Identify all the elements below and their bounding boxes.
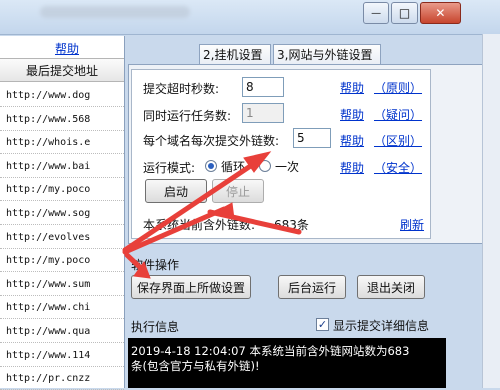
save-settings-button[interactable]: 保存界面上所做设置 bbox=[131, 275, 251, 299]
url-list-item[interactable]: http://evolves bbox=[0, 226, 124, 249]
show-details-checkbox[interactable]: ✓ bbox=[316, 318, 329, 331]
question-link[interactable]: （疑问） bbox=[374, 106, 422, 123]
start-button[interactable]: 启动 bbox=[145, 179, 207, 203]
principle-link[interactable]: （原则） bbox=[374, 79, 422, 96]
difference-link[interactable]: （区别） bbox=[374, 132, 422, 149]
close-icon: ✕ bbox=[435, 6, 446, 20]
window-controls: — □ ✕ bbox=[363, 2, 463, 24]
url-list-item[interactable]: http://pr.cnzz bbox=[0, 367, 124, 390]
parallel-input[interactable]: 1 bbox=[242, 103, 284, 123]
url-list-item[interactable]: http://www.chi bbox=[0, 296, 124, 320]
help-link-timeout[interactable]: 帮助 bbox=[340, 79, 364, 96]
url-list-item[interactable]: http://www.568 bbox=[0, 108, 124, 131]
tab-site-links-settings[interactable]: 3,网站与外链设置 bbox=[273, 44, 381, 64]
stop-button[interactable]: 停止 bbox=[212, 179, 264, 203]
url-list-item[interactable]: http://my.poco bbox=[0, 249, 124, 273]
help-link-top[interactable]: 帮助 bbox=[55, 40, 79, 57]
operations-section-title: 软件操作 bbox=[131, 258, 180, 272]
url-list-item[interactable]: http://www.114 bbox=[0, 344, 124, 367]
total-links-value: 683条 bbox=[274, 218, 309, 232]
links-per-domain-input[interactable]: 5 bbox=[293, 128, 331, 148]
help-link-parallel[interactable]: 帮助 bbox=[340, 106, 364, 123]
timeout-label: 提交超时秒数: bbox=[143, 82, 220, 96]
log-section-title: 执行信息 bbox=[131, 320, 180, 334]
window-titlebar: — □ ✕ bbox=[0, 0, 500, 35]
mode-once-label: 一次 bbox=[275, 160, 300, 174]
tab-hangup-settings[interactable]: 2,挂机设置 bbox=[199, 44, 271, 64]
links-per-domain-label: 每个域名每次提交外链数: bbox=[143, 134, 280, 148]
help-link-links[interactable]: 帮助 bbox=[340, 132, 364, 149]
log-output: 2019-4-18 12:04:07 本系统当前含外链网站数为683 条(包含官… bbox=[128, 338, 446, 388]
maximize-button[interactable]: □ bbox=[391, 2, 418, 24]
mode-loop-label: 循环 bbox=[221, 160, 246, 174]
url-list-item[interactable]: http://my.poco bbox=[0, 178, 124, 202]
url-list-item[interactable]: http://www.sog bbox=[0, 202, 124, 225]
close-button[interactable]: ✕ bbox=[419, 2, 461, 24]
minimize-icon: — bbox=[371, 7, 382, 19]
mode-loop-radio[interactable] bbox=[205, 160, 217, 172]
url-list-item[interactable]: http://www.sum bbox=[0, 273, 124, 296]
mode-label: 运行模式: bbox=[143, 161, 196, 175]
blurred-title bbox=[40, 6, 190, 18]
scrollbar[interactable] bbox=[482, 34, 500, 388]
help-link-mode[interactable]: 帮助 bbox=[340, 159, 364, 176]
column-header-last-url[interactable]: 最后提交地址 bbox=[0, 58, 124, 82]
minimize-button[interactable]: — bbox=[363, 2, 390, 24]
url-list-item[interactable]: http://www.bai bbox=[0, 155, 124, 178]
mode-once-radio[interactable] bbox=[259, 160, 271, 172]
background-run-button[interactable]: 后台运行 bbox=[278, 275, 346, 299]
exit-button[interactable]: 退出关闭 bbox=[357, 275, 425, 299]
url-list-item[interactable]: http://whois.e bbox=[0, 131, 124, 155]
url-list-item[interactable]: http://www.qua bbox=[0, 320, 124, 343]
log-line: 条(包含官方与私有外链)! bbox=[131, 359, 260, 373]
timeout-input[interactable]: 8 bbox=[242, 77, 284, 97]
maximize-icon: □ bbox=[398, 6, 411, 20]
url-list-item[interactable]: http://www.dog bbox=[0, 84, 124, 107]
log-line: 2019-4-18 12:04:07 本系统当前含外链网站数为683 bbox=[131, 344, 410, 358]
safety-link[interactable]: （安全） bbox=[374, 159, 422, 176]
show-details-label: 显示提交详细信息 bbox=[333, 319, 430, 333]
parallel-label: 同时运行任务数: bbox=[143, 109, 232, 123]
total-links-label: 本系统当前含外链数: bbox=[143, 218, 256, 232]
refresh-link[interactable]: 刷新 bbox=[400, 216, 424, 233]
